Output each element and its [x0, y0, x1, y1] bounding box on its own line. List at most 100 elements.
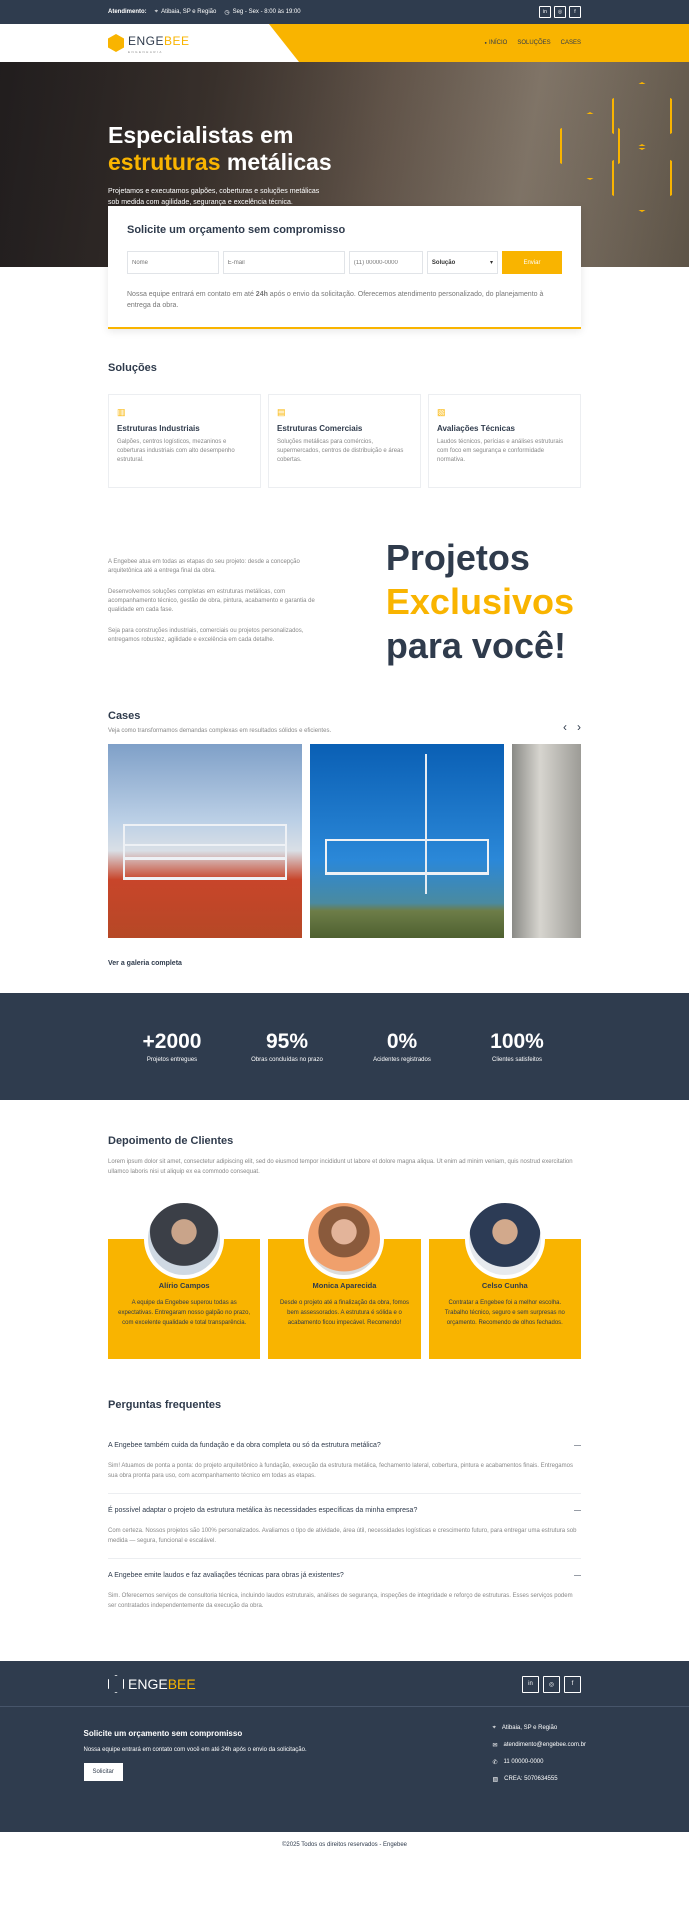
brand-name-a: ENGE: [128, 34, 165, 48]
minus-icon[interactable]: —: [574, 1442, 581, 1449]
faq-answer: Sim. Oferecemos serviços de consultoria …: [108, 1593, 573, 1609]
faq-item: É possível adaptar o projeto da estrutur…: [108, 1494, 581, 1559]
solution-card[interactable]: ▥ Estruturas Industriais Galpões, centro…: [108, 394, 261, 488]
facebook-icon[interactable]: f: [564, 1675, 581, 1693]
case-photo[interactable]: [108, 744, 302, 938]
avatar: [464, 1199, 545, 1279]
case-photo[interactable]: [512, 744, 581, 938]
request-quote-button[interactable]: Solicitar: [83, 1763, 123, 1781]
chevron-down-icon: ▾: [489, 260, 493, 266]
footer-crea: ▧ CREA: 5070634555: [492, 1776, 558, 1783]
stat-item: +2000 Projetos entregues: [142, 1030, 202, 1063]
testimonial-card: Celso Cunha Contratar a Engebee foi a mel…: [428, 1199, 581, 1359]
phone-input[interactable]: [348, 251, 423, 274]
solution-select[interactable]: Solução ▾: [426, 251, 498, 274]
email-input[interactable]: [222, 251, 345, 274]
quote-title: Solicite um orçamento sem compromisso: [127, 224, 346, 236]
gallery-link[interactable]: Ver a galeria completa: [108, 960, 581, 967]
faq-section: Perguntas frequentes A Engebee também cu…: [108, 1359, 581, 1623]
brand-name-b: BEE: [164, 34, 190, 48]
quote-note: Nossa equipe entrará em contato em até 2…: [127, 291, 544, 309]
linkedin-icon[interactable]: in: [539, 6, 551, 18]
top-bar: Atendimento: ⌖ Atibaia, SP e Região ◷ Se…: [0, 0, 689, 24]
testimonials-section: Depoimento de Clientes Lorem ipsum dolor…: [108, 1100, 581, 1359]
faq-question[interactable]: A Engebee também cuida da fundação e da …: [108, 1442, 581, 1449]
location-text: Atibaia, SP e Região: [161, 9, 217, 15]
mail-icon: ✉: [492, 1743, 498, 1749]
avatar: [304, 1199, 385, 1279]
quote-form: Solução ▾ Enviar: [127, 251, 562, 274]
location-info: ⌖ Atibaia, SP e Região: [155, 9, 217, 16]
footer-phone[interactable]: ✆ 11 00000-0000: [493, 1759, 651, 1766]
nav-item-inicio[interactable]: INÍCIO: [485, 40, 507, 46]
hours-text: Seg - Sex - 8:00 às 19:00: [232, 9, 301, 15]
stat-item: 0% Acidentes registrados: [373, 1030, 431, 1063]
copyright: ©2025 Todos os direitos reservados - Eng…: [0, 1832, 689, 1858]
faq-title: Perguntas frequentes: [108, 1399, 222, 1411]
location-pin-icon: ⌖: [154, 8, 159, 15]
menu: INÍCIO SOLUÇÕES CASES: [485, 40, 581, 46]
faq-question[interactable]: É possível adaptar o projeto da estrutur…: [108, 1507, 581, 1514]
instagram-icon[interactable]: ◎: [554, 6, 566, 18]
contact-label: Atendimento:: [108, 9, 147, 15]
footer-cta-text: Nossa equipe entrará em contato com você…: [83, 1747, 307, 1753]
hero-title-highlight: estruturas: [108, 149, 221, 175]
footer-email[interactable]: ✉ atendimento@engebee.com.br: [493, 1742, 651, 1749]
stat-item: 95% Obras concluídas no prazo: [251, 1030, 323, 1063]
cases-gallery: [108, 744, 581, 938]
faq-answer: Com certeza. Nossos projetos são 100% pe…: [108, 1528, 577, 1544]
instagram-icon[interactable]: ◎: [543, 1675, 560, 1693]
faq-item: A Engebee também cuida da fundação e da …: [108, 1429, 581, 1494]
main-nav: ENGEBEE ENGENHARIA INÍCIO SOLUÇÕES CASES: [0, 24, 689, 62]
minus-icon[interactable]: —: [574, 1572, 581, 1579]
cases-title: Cases: [108, 710, 141, 722]
store-icon: ▤: [277, 407, 286, 417]
solutions-section: Soluções ▥ Estruturas Industriais Galpõe…: [108, 329, 581, 967]
bee-hex-icon: [108, 1675, 124, 1693]
cases-subtitle: Veja como transformamos demandas complex…: [108, 728, 332, 734]
chevron-left-icon[interactable]: ‹: [563, 720, 567, 734]
avatar: [144, 1199, 225, 1279]
about-paragraph: Seja para construções industriais, comer…: [108, 628, 304, 643]
brand-logo[interactable]: ENGEBEE ENGENHARIA: [108, 32, 190, 54]
facebook-icon[interactable]: f: [569, 6, 581, 18]
clock-icon: ◷: [224, 9, 230, 16]
document-icon: ▧: [437, 407, 446, 417]
hero-title: Especialistas em estruturas metálicas: [108, 122, 332, 175]
footer-logo[interactable]: ENGEBEE: [108, 1675, 196, 1693]
linkedin-icon[interactable]: in: [522, 1675, 539, 1693]
faq-question[interactable]: A Engebee emite laudos e faz avaliações …: [108, 1572, 581, 1579]
phone-icon: ✆: [492, 1760, 498, 1766]
nav-item-cases[interactable]: CASES: [561, 40, 581, 46]
about-headline: Projetos Exclusivos para você!: [385, 537, 574, 666]
footer: ENGEBEE in ◎ f Solicite um orçamento sem…: [0, 1661, 689, 1832]
testimonial-card: Monica Aparecida Desde o projeto até a fi…: [268, 1199, 421, 1359]
footer-cta-title: Solicite um orçamento sem compromisso: [83, 1729, 243, 1738]
hours-info: ◷ Seg - Sex - 8:00 às 19:00: [224, 9, 300, 16]
social-links: in ◎ f: [539, 6, 581, 18]
document-icon: ▧: [492, 1777, 499, 1783]
nav-item-solucoes[interactable]: SOLUÇÕES: [517, 40, 550, 46]
solution-card[interactable]: ▤ Estruturas Comerciais Soluções metálic…: [268, 394, 421, 488]
submit-button[interactable]: Enviar: [501, 251, 562, 274]
testimonial-card: Alírio Campos A equipe da Engebee superou…: [108, 1199, 261, 1359]
faq-answer: Sim! Atuamos de ponta a ponta: do projet…: [108, 1463, 573, 1479]
location-pin-icon: ⌖: [492, 1725, 496, 1731]
about-paragraph: A Engebee atua em todas as etapas do seu…: [108, 559, 300, 574]
testimonials-intro: Lorem ipsum dolor sit amet, consectetur …: [108, 1159, 573, 1175]
solutions-title: Soluções: [108, 362, 157, 374]
name-input[interactable]: [127, 251, 219, 274]
stats-band: +2000 Projetos entregues 95% Obras concluí…: [0, 993, 689, 1100]
cases-section: Cases Veja como transformamos demandas c…: [108, 710, 581, 967]
case-photo[interactable]: [310, 744, 504, 938]
about-paragraph: Desenvolvemos soluções completas em estr…: [108, 589, 315, 613]
chevron-right-icon[interactable]: ›: [577, 720, 581, 734]
minus-icon[interactable]: —: [574, 1507, 581, 1514]
about-section: A Engebee atua em todas as etapas do seu…: [108, 536, 581, 668]
quote-form-box: Solicite um orçamento sem compromisso So…: [108, 206, 581, 329]
bee-hex-icon: [108, 34, 124, 52]
stat-item: 100% Clientes satisfeitos: [490, 1030, 544, 1063]
faq-item: A Engebee emite laudos e faz avaliações …: [108, 1559, 581, 1623]
testimonials-title: Depoimento de Clientes: [108, 1135, 234, 1147]
solution-card[interactable]: ▧ Avaliações Técnicas Laudos técnicos, p…: [428, 394, 581, 488]
